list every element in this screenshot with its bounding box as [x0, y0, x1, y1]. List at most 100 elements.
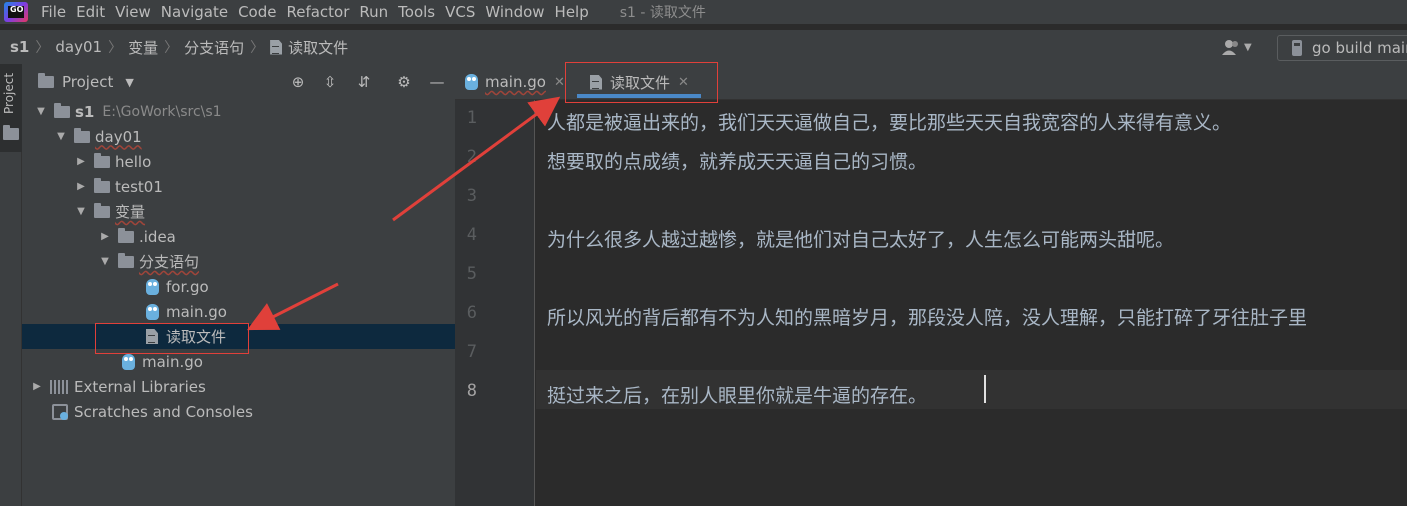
editor-line-6[interactable]: 所以风光的背后都有不为人知的黑暗岁月，那段没人陪，没人理解，只能打碎了牙往肚子里 — [547, 303, 1307, 330]
line-number: 4 — [466, 225, 477, 245]
menu-view[interactable]: View — [110, 0, 156, 24]
breadcrumb-separator-icon: 〉 — [164, 40, 179, 56]
chevron-down-icon[interactable]: ▼ — [54, 131, 68, 142]
editor-line-4[interactable]: 为什么很多人越过越惨，就是他们对自己太好了，人生怎么可能两头甜呢。 — [547, 225, 1174, 252]
line-number: 6 — [466, 303, 477, 323]
tree-item-label: test01 — [115, 177, 163, 196]
crosshair-icon[interactable]: ⊕ — [288, 72, 308, 92]
text-editor[interactable]: 人都是被逼出来的，我们天天逼做自己，要比那些天天自我宽容的人来得有意义。 想要取… — [536, 100, 1407, 506]
breadcrumb-variables[interactable]: 变量 — [128, 37, 158, 58]
chevron-down-icon[interactable]: ▼ — [74, 206, 88, 217]
line-number-gutter: 1 2 3 4 5 6 7 8 — [455, 100, 535, 506]
tree-item-for-go[interactable]: for.go — [22, 274, 455, 299]
text-caret — [984, 375, 986, 403]
editor-line-1[interactable]: 人都是被逼出来的，我们天天逼做自己，要比那些天天自我宽容的人来得有意义。 — [547, 108, 1231, 135]
folder-icon — [94, 202, 110, 218]
folder-icon — [3, 125, 19, 140]
tree-item-day01[interactable]: ▼ day01 — [22, 124, 455, 149]
tree-item-idea[interactable]: ▶ .idea — [22, 224, 455, 249]
annotation-box-tab — [565, 62, 718, 103]
menu-refactor[interactable]: Refactor — [281, 0, 354, 24]
menu-navigate[interactable]: Navigate — [156, 0, 233, 24]
go-file-icon — [122, 353, 135, 370]
breadcrumb-branch[interactable]: 分支语句 — [184, 37, 244, 58]
tree-item-label: .idea — [139, 227, 176, 246]
menu-vcs[interactable]: VCS — [440, 0, 480, 24]
menu-bar: GO File Edit View Navigate Code Refactor… — [0, 0, 1407, 24]
project-panel: Project ▼ ⊕ ⇳ ⇵ ⚙ — ▼ s1 E:\GoWork\src\s… — [22, 64, 455, 506]
menu-edit[interactable]: Edit — [71, 0, 110, 24]
chevron-down-icon: ▼ — [1244, 41, 1252, 53]
tab-main-go[interactable]: main.go ✕ — [455, 64, 565, 100]
tree-item-s1[interactable]: ▼ s1 E:\GoWork\src\s1 — [22, 99, 455, 124]
chevron-right-icon[interactable]: ▶ — [98, 231, 112, 242]
menu-help[interactable]: Help — [550, 0, 594, 24]
expand-all-icon[interactable]: ⇳ — [320, 72, 340, 92]
go-build-icon — [1292, 40, 1302, 56]
menu-code[interactable]: Code — [233, 0, 281, 24]
line-number: 5 — [466, 264, 477, 284]
tree-item-path: E:\GoWork\src\s1 — [102, 103, 222, 120]
project-panel-header: Project ▼ ⊕ ⇳ ⇵ ⚙ — — [22, 64, 455, 100]
close-icon[interactable]: ✕ — [554, 75, 565, 90]
library-icon — [50, 379, 68, 394]
go-file-icon — [146, 303, 159, 320]
editor-line-2[interactable]: 想要取的点成绩，就养成天天逼自己的习惯。 — [547, 147, 927, 174]
line-number: 1 — [466, 108, 477, 128]
folder-icon — [118, 227, 134, 243]
tree-item-label: 分支语句 — [139, 253, 200, 271]
gear-icon[interactable]: ⚙ — [394, 72, 414, 92]
chevron-right-icon[interactable]: ▶ — [74, 156, 88, 167]
run-config-selector[interactable]: go build main — [1277, 35, 1407, 61]
menu-run[interactable]: Run — [354, 0, 393, 24]
line-number: 3 — [466, 186, 477, 206]
tree-item-test01[interactable]: ▶ test01 — [22, 174, 455, 199]
tree-item-variables[interactable]: ▼ 变量 — [22, 199, 455, 224]
project-tool-label: Project — [2, 72, 16, 114]
user-icon — [1222, 40, 1238, 55]
tree-item-label: Scratches and Consoles — [74, 402, 253, 421]
menu-window[interactable]: Window — [480, 0, 549, 24]
chevron-right-icon[interactable]: ▶ — [30, 381, 44, 392]
breadcrumb-s1[interactable]: s1 — [10, 38, 29, 56]
account-button[interactable]: ▼ — [1222, 37, 1256, 57]
chevron-right-icon[interactable]: ▶ — [74, 181, 88, 192]
breadcrumb-separator-icon: 〉 — [250, 40, 265, 56]
folder-icon — [54, 102, 70, 118]
tree-item-label: 变量 — [115, 203, 146, 221]
tree-item-label: main.go — [166, 302, 227, 321]
run-config-label: go build main — [1312, 39, 1407, 57]
tree-item-branch[interactable]: ▼ 分支语句 — [22, 249, 455, 274]
tree-item-external-libraries[interactable]: ▶ External Libraries — [22, 374, 455, 399]
tree-item-label: main.go — [142, 352, 203, 371]
minimize-icon[interactable]: — — [427, 72, 447, 92]
folder-icon — [94, 177, 110, 193]
editor-line-8[interactable]: 挺过来之后，在别人眼里你就是牛逼的存在。 — [547, 381, 927, 408]
tree-item-scratches[interactable]: Scratches and Consoles — [22, 399, 455, 424]
collapse-all-icon[interactable]: ⇵ — [354, 72, 374, 92]
breadcrumb-day01[interactable]: day01 — [55, 38, 102, 56]
annotation-box-tree — [95, 323, 249, 354]
tree-item-label: for.go — [166, 277, 209, 296]
breadcrumb-read-file[interactable]: 读取文件 — [288, 37, 348, 58]
goland-logo-icon: GO — [4, 2, 28, 22]
menu-file[interactable]: File — [36, 0, 71, 24]
chevron-down-icon[interactable]: ▼ — [98, 256, 112, 267]
go-file-icon — [146, 278, 159, 295]
breadcrumb-separator-icon: 〉 — [35, 40, 50, 56]
text-file-icon — [270, 39, 283, 55]
tree-item-label: s1 — [75, 102, 95, 121]
go-file-icon — [465, 74, 478, 90]
line-number-current: 8 — [466, 381, 477, 401]
project-tool-window-button[interactable]: Project — [0, 64, 22, 152]
tree-item-main-go[interactable]: main.go — [22, 299, 455, 324]
line-number: 2 — [466, 147, 477, 167]
menu-tools[interactable]: Tools — [393, 0, 440, 24]
folder-icon — [94, 152, 110, 168]
chevron-down-icon[interactable]: ▼ — [125, 76, 133, 89]
tree-item-hello[interactable]: ▶ hello — [22, 149, 455, 174]
chevron-down-icon[interactable]: ▼ — [34, 106, 48, 117]
line-number: 7 — [466, 342, 477, 362]
tree-item-label: hello — [115, 152, 152, 171]
project-panel-title[interactable]: Project — [62, 73, 113, 91]
